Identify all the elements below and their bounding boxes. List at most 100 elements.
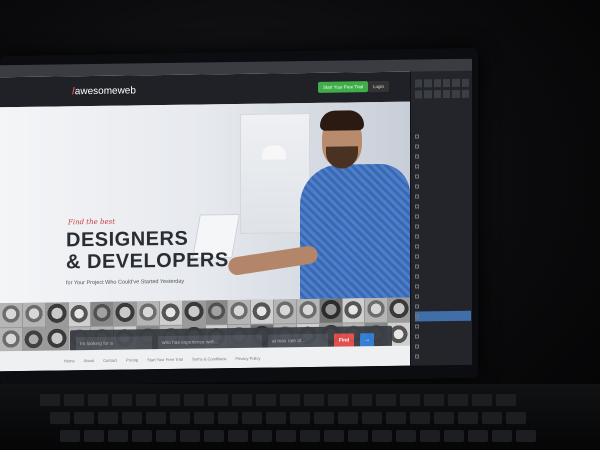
footer-link-contact[interactable]: Contact	[103, 357, 117, 362]
keyboard-key	[444, 430, 464, 442]
keyboard-key	[156, 430, 176, 442]
keyboard-key	[170, 412, 190, 424]
keyboard-key	[122, 412, 142, 424]
profile-photo[interactable]	[365, 297, 388, 323]
keyboard-key	[328, 394, 348, 406]
keyboard-key	[304, 394, 324, 406]
profile-photo[interactable]	[274, 299, 296, 324]
tool-icon[interactable]	[433, 79, 441, 88]
keyboard-key	[424, 394, 444, 406]
profile-photo[interactable]	[137, 301, 159, 326]
keyboard-key	[40, 394, 60, 406]
keyboard-key	[232, 394, 252, 406]
footer-link-free-trial[interactable]: Start Your Free Trial	[147, 356, 183, 361]
keyboard-key	[108, 430, 128, 442]
keyboard-key	[458, 412, 478, 424]
keyboard-key	[208, 394, 228, 406]
tool-icon[interactable]	[452, 89, 460, 98]
layer-visibility-icon[interactable]	[415, 174, 419, 179]
layer-visibility-icon[interactable]	[415, 284, 419, 289]
layer-visibility-icon[interactable]	[415, 304, 419, 309]
profile-photo[interactable]	[114, 301, 136, 326]
layer-visibility-icon[interactable]	[415, 344, 419, 349]
profile-photo[interactable]	[68, 302, 91, 327]
layer-visibility-icon[interactable]	[415, 144, 419, 149]
footer-link-pricing[interactable]: Pricing	[126, 357, 138, 362]
laptop-keyboard	[0, 384, 600, 450]
footer-link-about[interactable]: About	[84, 357, 94, 362]
tool-icon[interactable]	[424, 79, 432, 88]
tool-icon[interactable]	[443, 79, 451, 88]
layer-visibility-icon[interactable]	[415, 244, 419, 249]
profile-photo[interactable]	[319, 298, 342, 323]
profile-photo[interactable]	[91, 301, 114, 327]
hero-headline-line-2: & DEVELOPERS	[66, 249, 229, 274]
profile-photo[interactable]	[45, 302, 68, 327]
layer-visibility-icon[interactable]	[415, 314, 419, 319]
website-canvas: /awesomeweb Start Your Free Trial Login …	[0, 71, 410, 372]
profile-photo[interactable]	[342, 298, 365, 323]
profile-photo[interactable]	[205, 300, 228, 325]
hair-shape	[320, 110, 364, 131]
tool-icon[interactable]	[461, 78, 469, 87]
layer-item[interactable]	[415, 351, 471, 362]
keyboard-key	[386, 412, 406, 424]
layer-visibility-icon[interactable]	[415, 234, 419, 239]
layer-visibility-icon[interactable]	[415, 274, 419, 279]
profile-photo[interactable]	[388, 297, 410, 322]
layer-visibility-icon[interactable]	[415, 254, 419, 259]
keyboard-key	[180, 430, 200, 442]
tool-icon[interactable]	[415, 79, 423, 88]
keyboard-key	[420, 430, 440, 442]
keyboard-key	[482, 412, 502, 424]
layer-visibility-icon[interactable]	[415, 294, 419, 299]
layer-visibility-icon[interactable]	[415, 194, 419, 199]
login-button[interactable]: Login	[368, 80, 390, 93]
footer-link-home[interactable]: Home	[64, 358, 75, 363]
keyboard-key	[160, 394, 180, 406]
keyboard-key	[434, 412, 454, 424]
key-row	[50, 412, 526, 424]
logo-text: awesomeweb	[74, 85, 136, 98]
layer-visibility-icon[interactable]	[415, 164, 419, 169]
profile-photo[interactable]	[22, 327, 45, 352]
hero-tagline: Find the best	[68, 217, 116, 227]
keyboard-key	[496, 394, 516, 406]
layer-visibility-icon[interactable]	[415, 324, 419, 329]
footer-link-terms[interactable]: Terms & Conditions	[192, 356, 227, 361]
footer-link-privacy[interactable]: Privacy Policy	[235, 355, 260, 360]
keyboard-key	[468, 430, 488, 442]
profile-photo[interactable]	[0, 302, 22, 328]
profile-photo[interactable]	[182, 300, 205, 325]
layer-visibility-icon[interactable]	[415, 204, 419, 209]
profile-photo[interactable]	[159, 300, 182, 326]
layer-visibility-icon[interactable]	[415, 214, 419, 219]
layer-visibility-icon[interactable]	[415, 354, 419, 359]
keyboard-key	[204, 430, 224, 442]
keyboard-key	[194, 412, 214, 424]
layer-visibility-icon[interactable]	[415, 224, 419, 229]
keyboard-key	[280, 394, 300, 406]
layer-visibility-icon[interactable]	[415, 264, 419, 269]
tool-icon[interactable]	[424, 90, 432, 99]
tool-icon[interactable]	[452, 78, 460, 87]
tool-icon[interactable]	[443, 90, 451, 99]
profile-photo[interactable]	[251, 299, 273, 324]
tool-icon[interactable]	[415, 90, 423, 99]
profile-photo[interactable]	[228, 299, 251, 325]
keyboard-key	[472, 394, 492, 406]
profile-photo[interactable]	[45, 327, 68, 352]
tool-icon[interactable]	[433, 90, 441, 99]
profile-photo[interactable]	[0, 327, 22, 353]
site-logo[interactable]: /awesomeweb	[72, 85, 136, 97]
keyboard-key	[400, 394, 420, 406]
layer-visibility-icon[interactable]	[415, 184, 419, 189]
tool-icon[interactable]	[461, 89, 469, 98]
layer-visibility-icon[interactable]	[415, 334, 419, 339]
layer-visibility-icon[interactable]	[415, 134, 419, 139]
profile-photo[interactable]	[296, 298, 319, 324]
profile-photo[interactable]	[22, 302, 45, 327]
layer-visibility-icon[interactable]	[415, 154, 419, 159]
keyboard-key	[74, 412, 94, 424]
start-free-trial-button[interactable]: Start Your Free Trial	[318, 81, 369, 93]
